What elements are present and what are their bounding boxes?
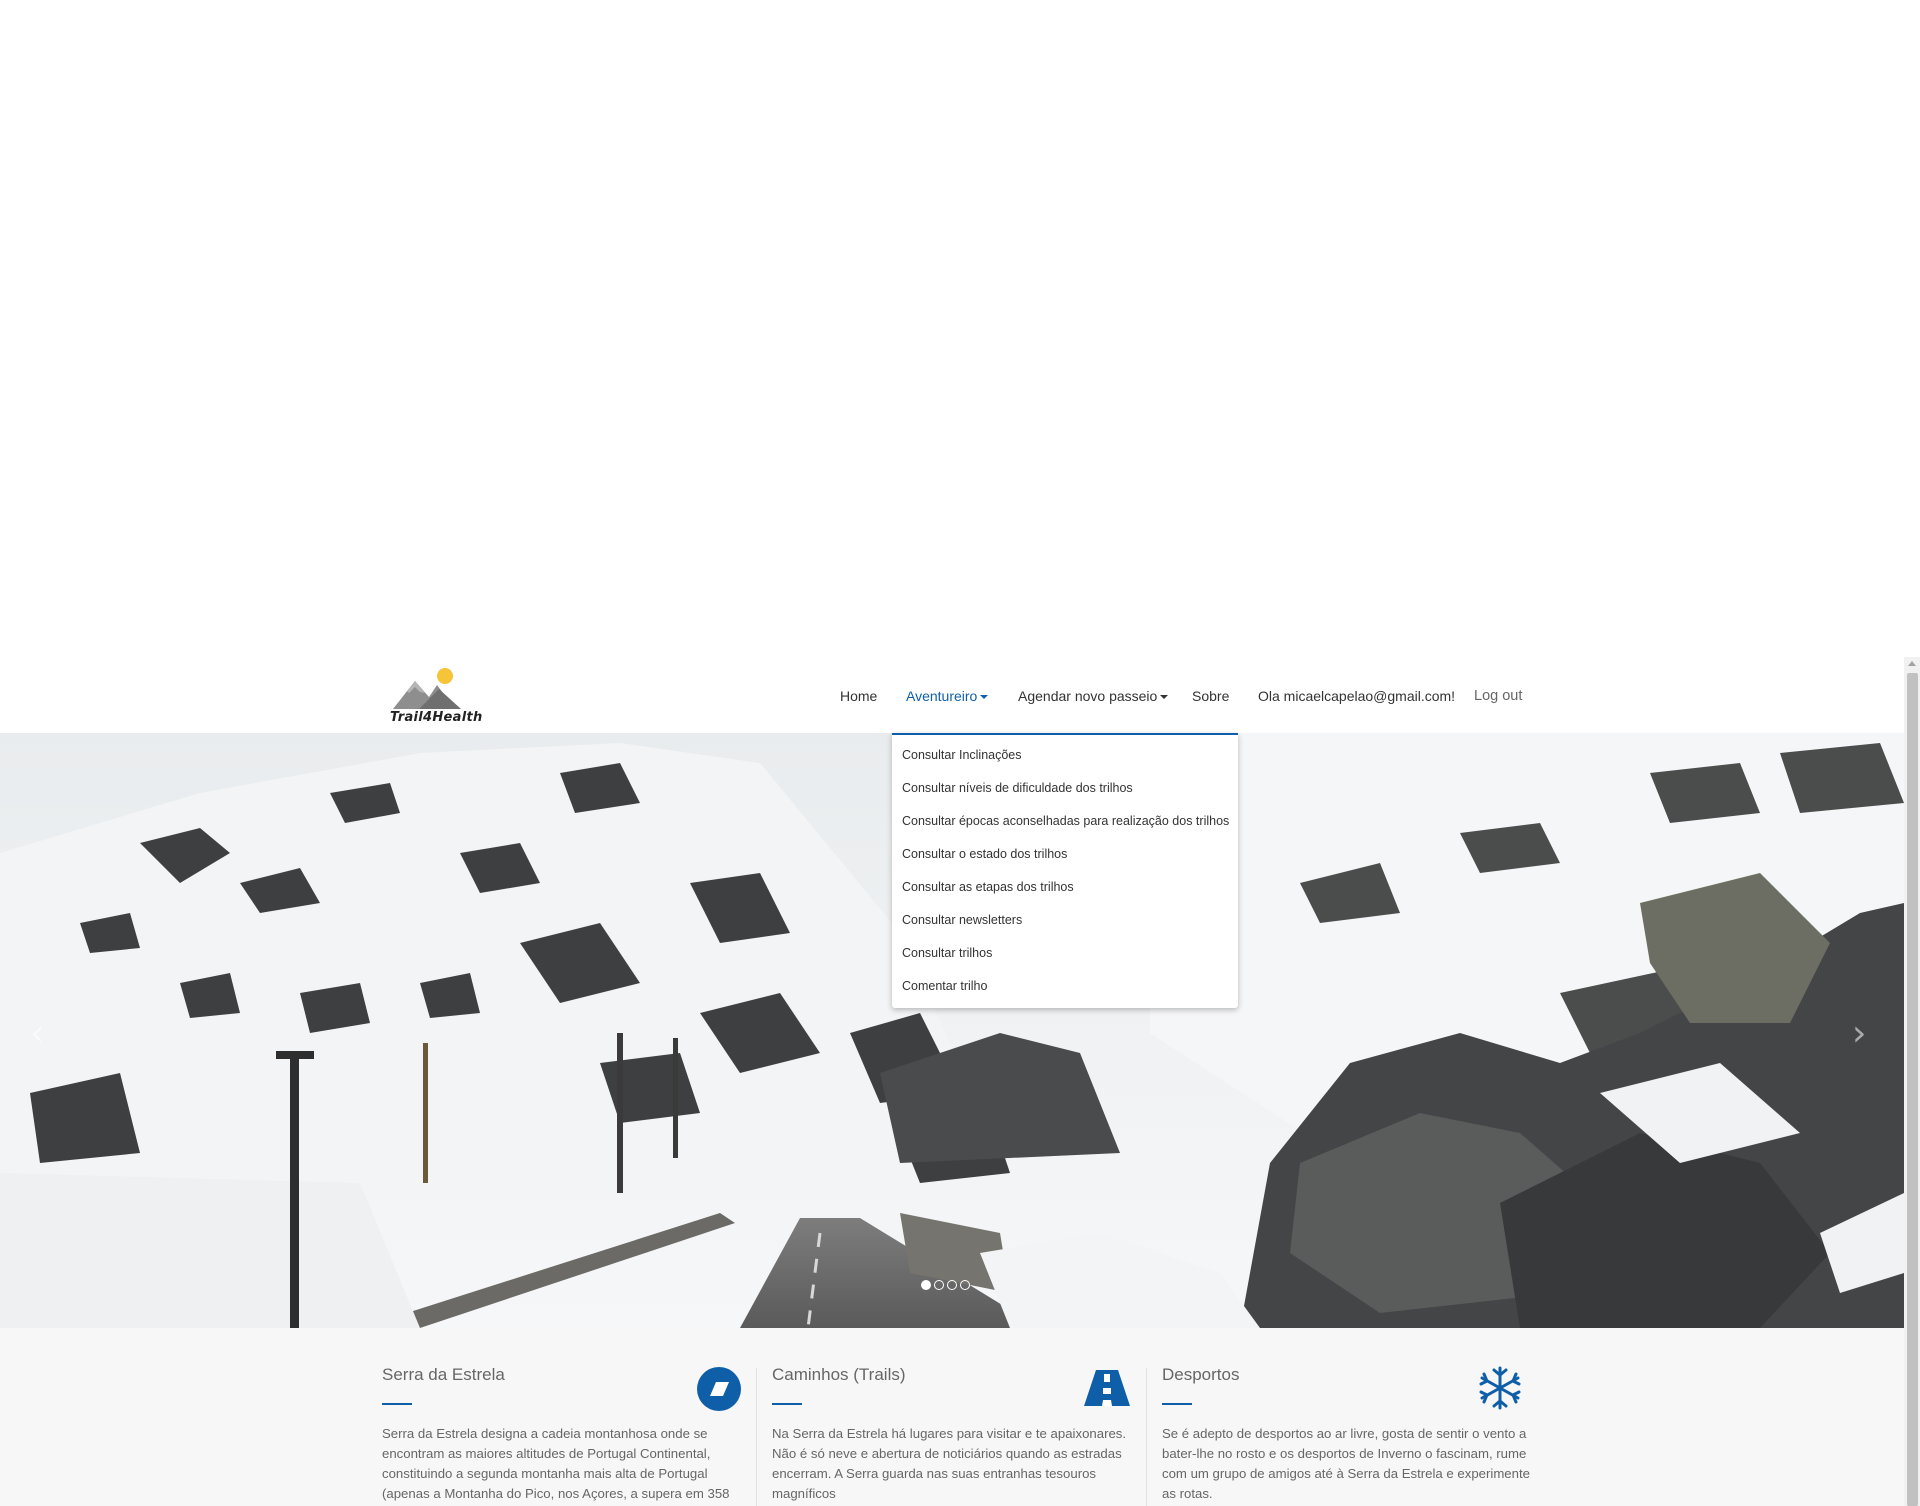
carousel-indicator[interactable] bbox=[960, 1280, 970, 1290]
feature-divider bbox=[756, 1368, 757, 1506]
nav-user-greeting[interactable]: Ola micaelcapelao@gmail.com! bbox=[1258, 688, 1455, 704]
feature-divider bbox=[1146, 1368, 1147, 1506]
feature-desportos: Desportos Se é adepto de desportos ao ar… bbox=[1162, 1328, 1532, 1506]
menu-item-newsletters[interactable]: Consultar newsletters bbox=[902, 913, 1022, 927]
carousel-indicator[interactable] bbox=[934, 1280, 944, 1290]
caret-down-icon bbox=[980, 695, 989, 699]
nav-aventureiro-label: Aventureiro bbox=[906, 688, 978, 704]
trail4health-logo[interactable]: Trail4Health bbox=[389, 667, 483, 725]
feature-caminhos: Caminhos (Trails) Na Serra da Estrela há… bbox=[772, 1328, 1142, 1506]
feature-serra-da-estrela: Serra da Estrela Serra da Estrela design… bbox=[382, 1328, 752, 1506]
nav-agendar[interactable]: Agendar novo passeio bbox=[1018, 688, 1169, 704]
scroll-up-arrow-icon[interactable] bbox=[1908, 661, 1916, 666]
tag-icon bbox=[696, 1366, 742, 1417]
feature-rule bbox=[1162, 1403, 1192, 1405]
menu-item-niveis-dificuldade[interactable]: Consultar níveis de dificuldade dos tril… bbox=[902, 781, 1133, 795]
feature-title: Serra da Estrela bbox=[382, 1365, 505, 1384]
mountain-logo-icon bbox=[393, 668, 461, 709]
nav-home[interactable]: Home bbox=[840, 688, 877, 704]
feature-rule bbox=[382, 1403, 412, 1405]
features-section: Serra da Estrela Serra da Estrela design… bbox=[0, 1328, 1904, 1506]
feature-text: Na Serra da Estrela há lugares para visi… bbox=[772, 1426, 1127, 1501]
snowflake-icon bbox=[1478, 1366, 1522, 1415]
menu-item-estado-trilhos[interactable]: Consultar o estado dos trilhos bbox=[902, 847, 1067, 861]
aventureiro-dropdown-menu: Consultar Inclinações Consultar níveis d… bbox=[892, 733, 1238, 1008]
menu-item-inclinacoes[interactable]: Consultar Inclinações bbox=[902, 748, 1022, 762]
carousel-indicators bbox=[921, 1280, 970, 1294]
menu-item-epocas-aconselhadas[interactable]: Consultar épocas aconselhadas para reali… bbox=[902, 814, 1229, 828]
caret-down-icon bbox=[1160, 695, 1169, 699]
feature-title: Desportos bbox=[1162, 1365, 1240, 1384]
feature-rule bbox=[772, 1403, 802, 1405]
top-navbar: Trail4Health Home Aventureiro Agendar no… bbox=[0, 657, 1904, 733]
nav-aventureiro[interactable]: Aventureiro bbox=[906, 688, 989, 704]
logo-text: Trail4Health bbox=[390, 710, 483, 725]
page-scrollbar[interactable] bbox=[1904, 657, 1920, 1506]
feature-title: Caminhos (Trails) bbox=[772, 1365, 906, 1384]
logout-link[interactable]: Log out bbox=[1474, 688, 1522, 704]
nav-sobre[interactable]: Sobre bbox=[1192, 688, 1229, 704]
feature-text: Se é adepto de desportos ao ar livre, go… bbox=[1162, 1426, 1530, 1501]
menu-item-etapas-trilhos[interactable]: Consultar as etapas dos trilhos bbox=[902, 880, 1074, 894]
menu-item-consultar-trilhos[interactable]: Consultar trilhos bbox=[902, 946, 992, 960]
menu-item-comentar-trilho[interactable]: Comentar trilho bbox=[902, 979, 987, 993]
carousel-indicator[interactable] bbox=[947, 1280, 957, 1290]
road-icon bbox=[1084, 1370, 1130, 1411]
feature-text: Serra da Estrela designa a cadeia montan… bbox=[382, 1426, 730, 1501]
carousel-prev-icon[interactable]: ‹ bbox=[30, 1013, 44, 1054]
nav-agendar-label: Agendar novo passeio bbox=[1018, 688, 1158, 704]
carousel-next-icon[interactable]: › bbox=[1852, 1013, 1866, 1054]
scrollbar-thumb[interactable] bbox=[1907, 673, 1918, 1506]
carousel-indicator[interactable] bbox=[921, 1280, 931, 1290]
